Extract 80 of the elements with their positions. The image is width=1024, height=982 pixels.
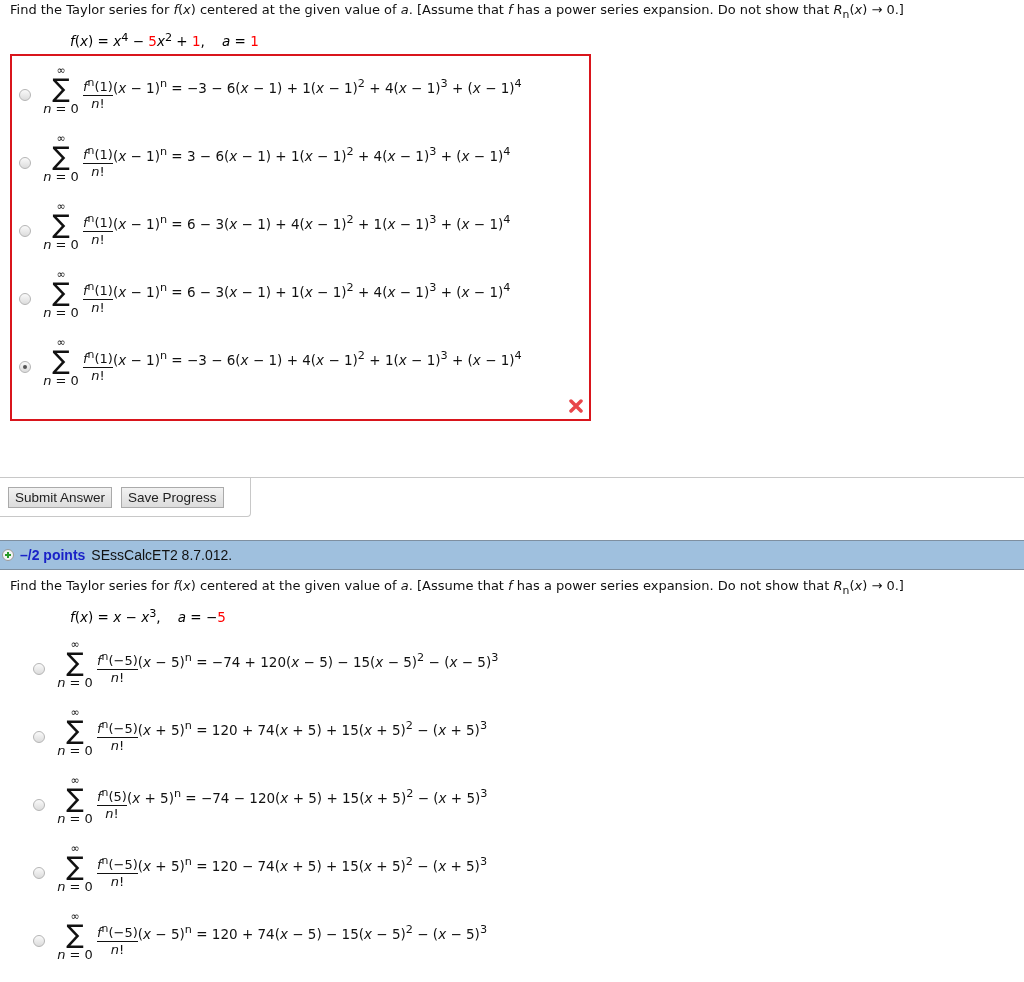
series-expression: (x + 5)$^{n}$ = 120 − 74(x + 5) + 15(x + 5)$^{2}$ − (x + 5)$^{3}$: [137, 855, 488, 874]
sigma-symbol: ∑: [52, 144, 70, 168]
radio-button[interactable]: [33, 663, 45, 675]
question-instruction: Find the Taylor series for f(x) centered at the given value of a. [Assume that f has a power series expansion. Do not show that R$_{n}$(x) → 0.]: [9, 1, 905, 23]
fraction-numerator: f$^{n}$(−5): [97, 853, 138, 875]
radio-button[interactable]: [33, 867, 45, 879]
question-instruction: Find the Taylor series for f(x) centered at the given value of a. [Assume that f has a power series expansion. Do not show that R$_{n}$(x) → 0.]: [9, 577, 905, 599]
sum-upper-limit: ∞: [56, 66, 66, 76]
radio-button[interactable]: [19, 293, 31, 305]
sigma-symbol: ∑: [66, 854, 84, 878]
series-expression: (x − 1)$^{n}$ = 6 − 3(x − 1) + 1(x − 1)$^{2}$ + 4(x − 1)$^{3}$ + (x − 1)$^{4}$: [112, 281, 511, 300]
function-definition: f(x) = x$^{4}$ − 5x$^{2}$ + 1, a = 1: [69, 29, 260, 51]
series-expression: (x − 1)$^{n}$ = 3 − 6(x − 1) + 1(x − 1)$^{2}$ + 4(x − 1)$^{3}$ + (x − 1)$^{4}$: [112, 145, 511, 164]
fraction-denominator: n!: [110, 738, 125, 755]
fraction-numerator: f$^{n}$(1): [83, 347, 113, 369]
points-label: –/2 points: [20, 547, 86, 563]
incorrect-x-icon: [569, 399, 583, 413]
sum-index: n = 0: [57, 947, 93, 964]
fraction-denominator: n!: [91, 232, 105, 249]
fraction-numerator: f$^{n}$(1): [83, 211, 113, 233]
sigma-symbol: ∑: [52, 212, 70, 236]
fraction-denominator: n!: [110, 942, 125, 959]
radio-button[interactable]: [19, 89, 31, 101]
sum-upper-limit: ∞: [56, 338, 66, 348]
series-expression: (x − 1)$^{n}$ = 6 − 3(x − 1) + 4(x − 1)$^{2}$ + 1(x − 1)$^{3}$ + (x − 1)$^{4}$: [112, 213, 511, 232]
fraction-denominator: n!: [110, 874, 125, 891]
sum-index: n = 0: [57, 675, 93, 692]
series-expression: (x − 5)$^{n}$ = 120 + 74(x − 5) − 15(x − 5)$^{2}$ − (x − 5)$^{3}$: [137, 923, 488, 942]
sum-index: n = 0: [57, 879, 93, 896]
radio-button[interactable]: [19, 361, 31, 373]
radio-button[interactable]: [33, 731, 45, 743]
sum-upper-limit: ∞: [70, 844, 80, 854]
expand-plus-icon[interactable]: [2, 549, 14, 561]
sum-upper-limit: ∞: [70, 708, 80, 718]
sum-index: n = 0: [43, 101, 79, 118]
fraction-numerator: f$^{n}$(−5): [97, 921, 138, 943]
sum-upper-limit: ∞: [56, 134, 66, 144]
fraction-numerator: f$^{n}$(1): [83, 143, 113, 165]
fraction-denominator: n!: [91, 368, 105, 385]
fraction-denominator: n!: [91, 164, 105, 181]
sigma-symbol: ∑: [66, 650, 84, 674]
sigma-symbol: ∑: [66, 922, 84, 946]
sum-index: n = 0: [43, 237, 79, 254]
fraction-denominator: n!: [91, 300, 105, 317]
sum-upper-limit: ∞: [56, 270, 66, 280]
radio-button[interactable]: [19, 225, 31, 237]
fraction-denominator: n!: [105, 806, 119, 823]
sum-index: n = 0: [57, 743, 93, 760]
sum-upper-limit: ∞: [70, 640, 80, 650]
series-expression: (x − 1)$^{n}$ = −3 − 6(x − 1) + 4(x − 1)$^{2}$ + 1(x − 1)$^{3}$ + (x − 1)$^{4}$: [112, 349, 522, 368]
series-expression: (x + 5)$^{n}$ = −74 − 120(x + 5) + 15(x + 5)$^{2}$ − (x + 5)$^{3}$: [126, 787, 488, 806]
fraction-numerator: f$^{n}$(−5): [97, 717, 138, 739]
sigma-symbol: ∑: [66, 786, 84, 810]
fraction-denominator: n!: [110, 670, 125, 687]
fraction-numerator: f$^{n}$(1): [83, 75, 113, 97]
radio-button[interactable]: [19, 157, 31, 169]
sum-upper-limit: ∞: [70, 776, 80, 786]
problem-code: SEssCalcET2 8.7.012.: [91, 547, 233, 563]
sum-upper-limit: ∞: [70, 912, 80, 922]
fraction-numerator: f$^{n}$(1): [83, 279, 113, 301]
sum-index: n = 0: [57, 811, 93, 828]
form-button[interactable]: Save Progress: [121, 486, 224, 508]
radio-button[interactable]: [33, 935, 45, 947]
sum-index: n = 0: [43, 169, 79, 186]
series-expression: (x − 5)$^{n}$ = −74 + 120(x − 5) − 15(x − 5)$^{2}$ − (x − 5)$^{3}$: [137, 651, 499, 670]
series-expression: (x − 1)$^{n}$ = −3 − 6(x − 1) + 1(x − 1)$^{2}$ + 4(x − 1)$^{3}$ + (x − 1)$^{4}$: [112, 77, 522, 96]
function-definition: f(x) = x − x$^{3}$, a = −5: [69, 605, 227, 627]
sum-upper-limit: ∞: [56, 202, 66, 212]
sigma-symbol: ∑: [52, 280, 70, 304]
form-button[interactable]: Submit Answer: [8, 486, 113, 508]
radio-button[interactable]: [33, 799, 45, 811]
sigma-symbol: ∑: [52, 76, 70, 100]
fraction-denominator: n!: [91, 96, 105, 113]
fraction-numerator: f$^{n}$(−5): [97, 649, 138, 671]
sum-index: n = 0: [43, 305, 79, 322]
fraction-numerator: f$^{n}$(5): [97, 785, 127, 807]
sigma-symbol: ∑: [52, 348, 70, 372]
series-expression: (x + 5)$^{n}$ = 120 + 74(x + 5) + 15(x + 5)$^{2}$ − (x + 5)$^{3}$: [137, 719, 488, 738]
sum-index: n = 0: [43, 373, 79, 390]
sigma-symbol: ∑: [66, 718, 84, 742]
